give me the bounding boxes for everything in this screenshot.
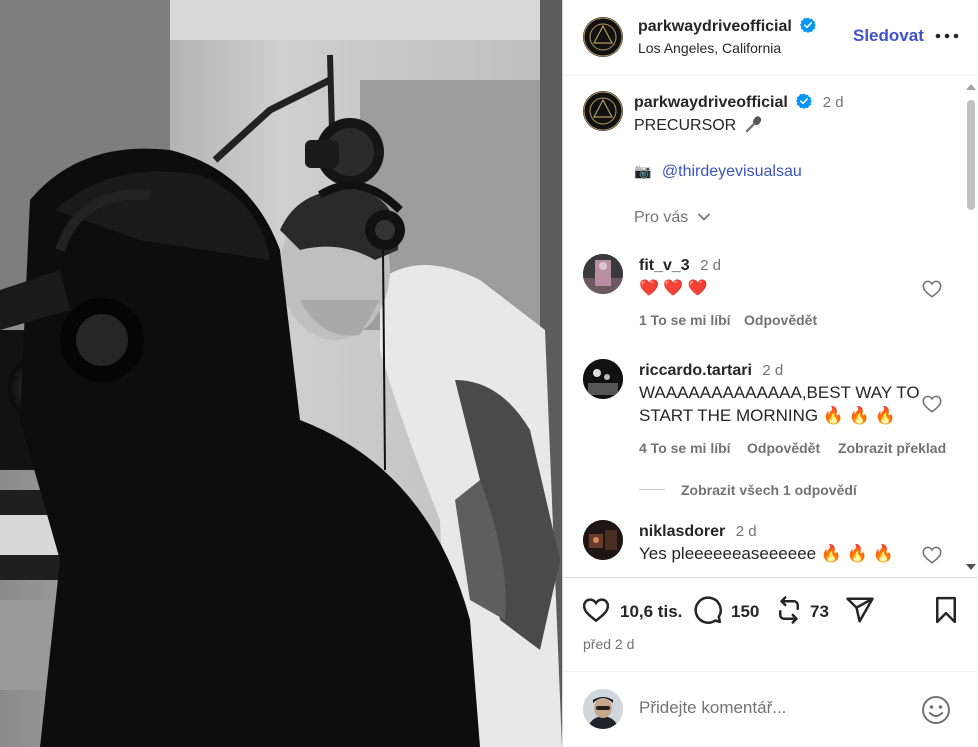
studio-photo	[0, 0, 562, 747]
username[interactable]: parkwaydriveofficial	[638, 18, 792, 35]
more-icon[interactable]	[933, 26, 961, 46]
view-replies-button[interactable]: Zobrazit všech 1 odpovědí	[681, 482, 857, 498]
post-date[interactable]: před 2 d	[583, 636, 634, 652]
likes-count[interactable]: 10,6 tis.	[620, 602, 682, 622]
comment-text: ❤️ ❤️ ❤️	[639, 280, 708, 297]
avatar-image	[583, 359, 623, 399]
emoji-icon[interactable]	[920, 694, 952, 726]
reply-button[interactable]: Odpovědět	[744, 312, 817, 328]
post-actions: 10,6 tis. 150 73 před 2 d	[563, 577, 978, 671]
comment-text-line-2: START THE MORNING 🔥 🔥 🔥	[639, 406, 896, 425]
username-link[interactable]: parkwaydriveofficial	[638, 17, 817, 36]
comment-username[interactable]: riccardo.tartari	[639, 362, 752, 379]
comment-header: fit_v_3 2 d	[639, 257, 721, 275]
scrollbar-thumb[interactable]	[967, 100, 975, 210]
chevron-down-icon	[697, 213, 710, 221]
see-translation-label[interactable]: Pro vás	[634, 209, 688, 226]
post-photo[interactable]	[0, 0, 562, 747]
caption-credit: 📷 @thirdeyevisualsau	[634, 160, 802, 183]
commenter-avatar[interactable]	[583, 254, 623, 294]
comments-scrollbar[interactable]	[964, 82, 978, 576]
heart-icon[interactable]	[581, 595, 611, 625]
follow-button[interactable]: Sledovat	[853, 26, 924, 46]
commenter-avatar[interactable]	[583, 520, 623, 560]
heart-icon[interactable]	[921, 278, 943, 300]
comment-text-line-1: WAAAAAAAAAAAAA,BEST WAY TO	[639, 383, 920, 402]
current-user-avatar[interactable]	[583, 689, 623, 729]
caption-text-row: PRECURSOR	[634, 115, 764, 137]
post-details-panel: parkwaydriveofficial Los Angeles, Califo…	[562, 0, 978, 747]
comment-likes[interactable]: 1 To se mi líbí	[639, 312, 731, 328]
translate-button[interactable]: Zobrazit překlad	[838, 440, 946, 456]
verified-icon	[796, 93, 813, 109]
mic-icon	[745, 116, 761, 133]
replies-divider	[639, 489, 665, 490]
location-link[interactable]: Los Angeles, California	[638, 40, 781, 56]
comment-header: riccardo.tartari 2 d	[639, 362, 783, 380]
caption-avatar[interactable]	[583, 91, 623, 131]
comment-username[interactable]: fit_v_3	[639, 257, 690, 274]
comment-likes[interactable]: 4 To se mi líbí	[639, 440, 731, 456]
scroll-down-arrow-icon[interactable]	[964, 562, 978, 572]
comment-time[interactable]: 2 d	[700, 257, 721, 274]
comment-time[interactable]: 2 d	[736, 523, 757, 540]
caption-text: PRECURSOR	[634, 117, 737, 134]
avatar-image	[583, 520, 623, 560]
heart-icon[interactable]	[921, 544, 943, 566]
caption-time[interactable]: 2 d	[823, 94, 844, 111]
post-header: parkwaydriveofficial Los Angeles, Califo…	[563, 0, 978, 76]
avatar-image	[583, 689, 623, 729]
band-logo-icon	[583, 91, 623, 131]
comments-count[interactable]: 150	[731, 602, 759, 622]
band-logo-icon	[583, 17, 623, 57]
caption-username[interactable]: parkwaydriveofficial	[634, 94, 788, 111]
scroll-up-arrow-icon[interactable]	[964, 82, 978, 92]
profile-avatar[interactable]	[583, 17, 623, 57]
add-comment-bar	[563, 671, 978, 747]
comment-input[interactable]	[639, 698, 899, 718]
bookmark-icon[interactable]	[931, 595, 961, 625]
comments-list[interactable]: parkwaydriveofficial 2 d PRECURSOR 📷 @th…	[563, 77, 978, 577]
caption-username-row: parkwaydriveofficial 2 d	[634, 93, 844, 112]
heart-icon[interactable]	[921, 393, 943, 415]
repost-icon[interactable]	[774, 595, 804, 625]
avatar-image	[583, 254, 623, 294]
comment-time[interactable]: 2 d	[762, 362, 783, 379]
comment-username[interactable]: niklasdorer	[639, 523, 725, 540]
camera-emoji: 📷	[634, 163, 652, 179]
see-translation-row[interactable]: Pro vás	[634, 209, 711, 227]
comment-text: Yes pleeeeeeaseeeeee 🔥 🔥 🔥	[639, 544, 894, 563]
reply-button[interactable]: Odpovědět	[747, 440, 820, 456]
verified-icon	[800, 17, 817, 33]
comment-icon[interactable]	[693, 595, 723, 625]
share-icon[interactable]	[845, 595, 875, 625]
comment-header: niklasdorer 2 d	[639, 523, 757, 541]
credit-mention-link[interactable]: @thirdeyevisualsau	[662, 163, 802, 180]
commenter-avatar[interactable]	[583, 359, 623, 399]
reposts-count[interactable]: 73	[810, 602, 829, 622]
